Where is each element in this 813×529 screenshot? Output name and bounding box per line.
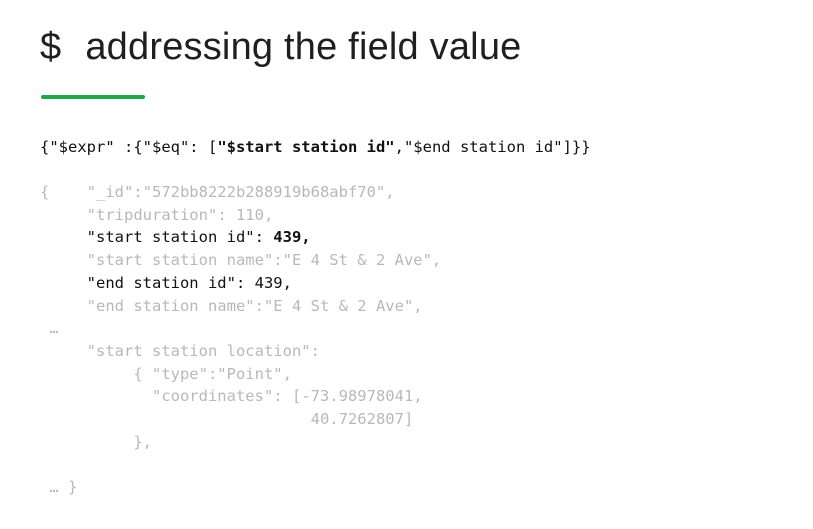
- doc-line-close-location: },: [40, 432, 152, 451]
- doc-line-end-ellipsis: … }: [40, 478, 78, 497]
- doc-line-start-station-id-value: 439,: [273, 228, 311, 247]
- doc-line-end-station-name: "end station name":"E 4 St & 2 Ave",: [40, 296, 423, 315]
- doc-line-type: { "type":"Point",: [40, 364, 292, 383]
- query-part-end: ,"$end station id"]}}: [394, 138, 591, 156]
- doc-line-ellipsis: …: [40, 319, 59, 338]
- doc-line-id: { "_id":"572bb8222b288919b68abf70",: [40, 183, 395, 201]
- query-expression: {"$expr" :{"$eq": ["$start station id","…: [40, 136, 591, 159]
- query-start-field: "$start station id": [217, 138, 395, 156]
- dollar-symbol: $: [40, 26, 62, 68]
- doc-line-coordinates-lat: 40.7262807]: [40, 410, 414, 429]
- doc-line-end-station-id: "end station id": 439,: [40, 273, 292, 292]
- query-part-start: {"$expr" :{"$eq": [: [40, 138, 218, 156]
- sample-document: { "_id":"572bb8222b288919b68abf70", "tri…: [40, 181, 441, 499]
- doc-line-start-station-location: "start station location":: [40, 341, 320, 360]
- doc-line-coordinates: "coordinates": [-73.98978041,: [40, 387, 423, 406]
- doc-line-start-station-name: "start station name":"E 4 St & 2 Ave",: [40, 251, 442, 270]
- title-accent-bar: [41, 95, 145, 99]
- doc-line-tripduration: "tripduration": 110,: [40, 205, 274, 224]
- slide-title-text: addressing the field value: [85, 26, 522, 68]
- doc-line-start-station-id-key: "start station id":: [40, 228, 274, 247]
- slide-title: $ addressing the field value: [40, 26, 522, 69]
